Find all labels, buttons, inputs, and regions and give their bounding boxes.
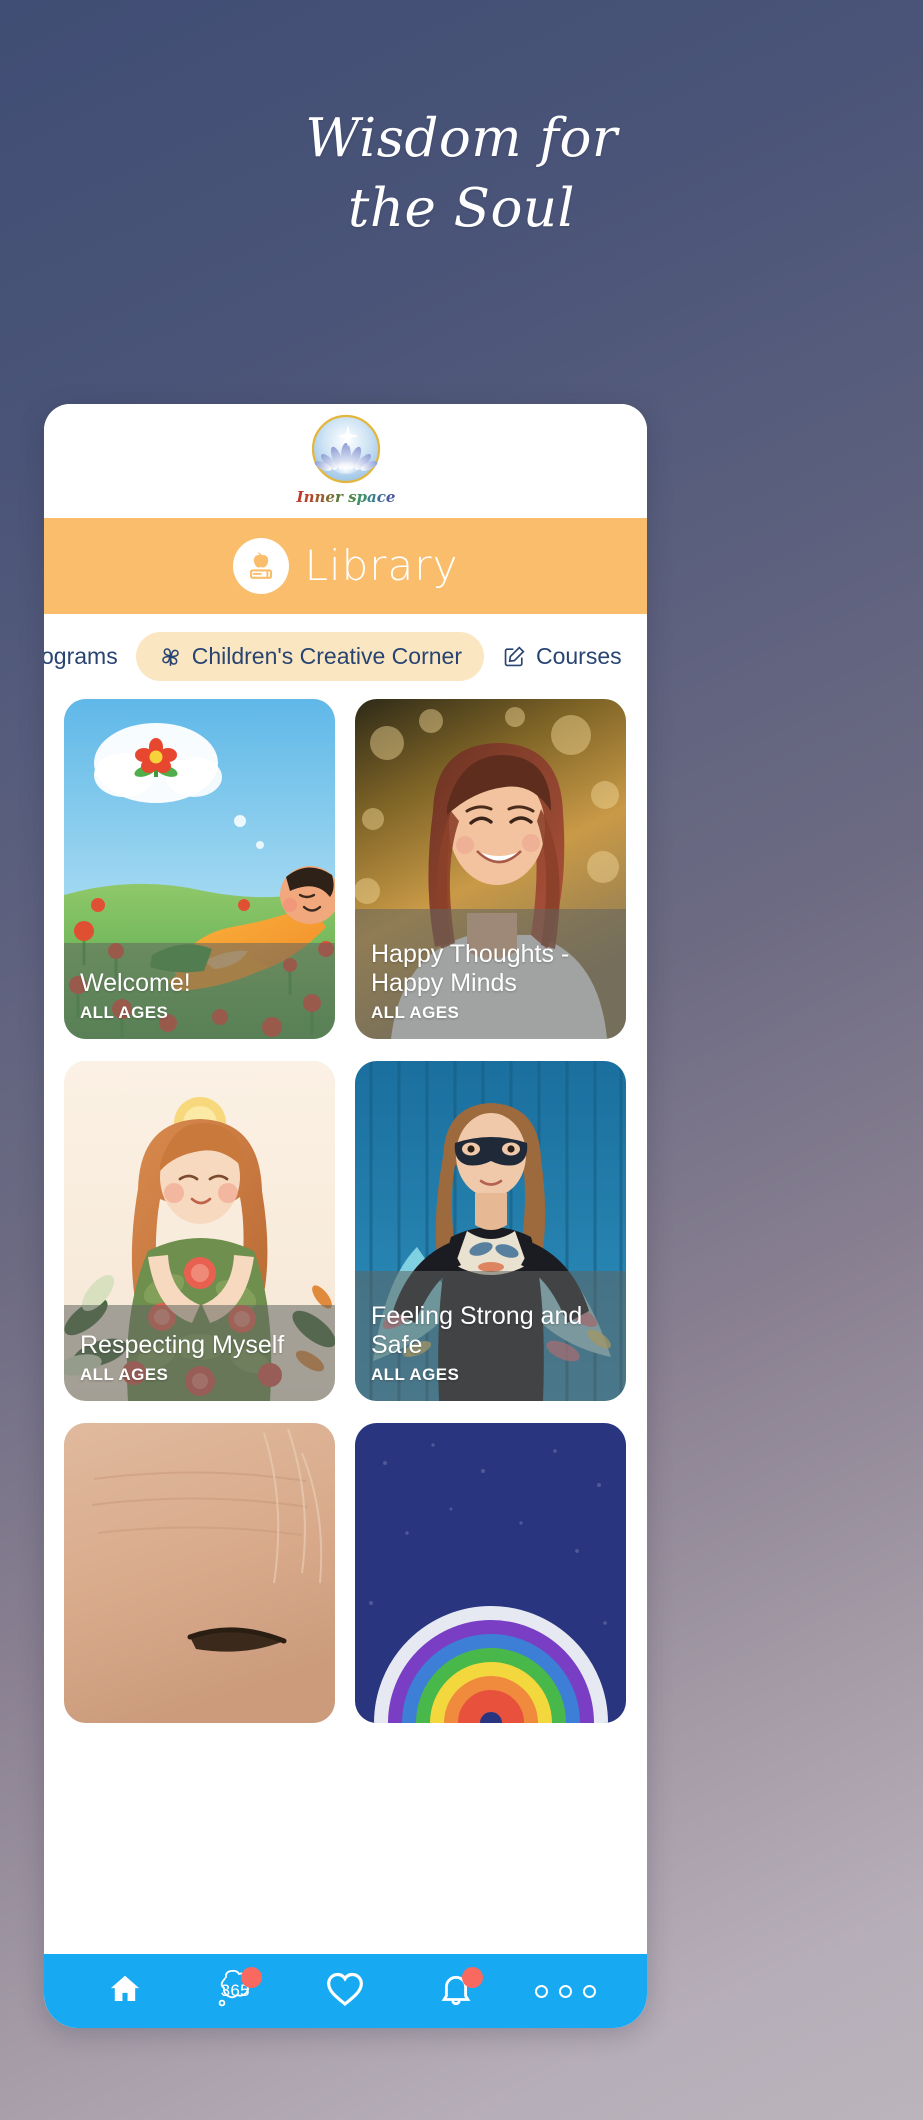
app-logo-bar: Inner space bbox=[44, 404, 647, 518]
card-artwork bbox=[355, 1423, 626, 1723]
hero-line-1: Wisdom for bbox=[305, 108, 618, 169]
heart-icon bbox=[325, 1970, 365, 2013]
hero-line-2: the Soul bbox=[348, 177, 575, 239]
library-header: Library bbox=[44, 518, 647, 614]
apple-book-icon bbox=[232, 538, 289, 594]
tab-programs[interactable]: Programs bbox=[44, 632, 122, 681]
pinwheel-icon bbox=[158, 644, 183, 669]
card-caption: Respecting Myself ALL AGES bbox=[64, 1305, 335, 1401]
tab-courses[interactable]: Courses bbox=[498, 632, 626, 681]
library-title: Library bbox=[304, 541, 459, 590]
card-title: Welcome! bbox=[80, 969, 191, 997]
library-card[interactable]: Feeling Strong and Safe ALL AGES bbox=[355, 1061, 626, 1401]
tab-childrens-creative-corner[interactable]: Children's Creative Corner bbox=[135, 632, 484, 681]
card-meta: ALL AGES bbox=[371, 1003, 460, 1022]
tab-courses-label: Courses bbox=[535, 643, 622, 669]
library-card[interactable]: Respecting Myself ALL AGES bbox=[64, 1061, 335, 1401]
library-card[interactable] bbox=[355, 1423, 626, 1723]
card-title: Happy Thoughts - Happy Minds bbox=[371, 940, 570, 997]
nav-365-label: 365 bbox=[220, 1981, 250, 2000]
nav-notifications[interactable] bbox=[421, 1961, 491, 2021]
card-meta: ALL AGES bbox=[371, 1365, 460, 1384]
bottom-navigation: 365 bbox=[44, 1954, 647, 2028]
library-card[interactable] bbox=[64, 1423, 335, 1723]
tab-programs-label: Programs bbox=[44, 643, 118, 669]
nav-favorites[interactable] bbox=[310, 1961, 380, 2021]
pencil-square-icon bbox=[502, 644, 527, 669]
card-meta: ALL AGES bbox=[80, 1003, 169, 1022]
card-artwork bbox=[64, 1423, 335, 1723]
card-meta: ALL AGES bbox=[80, 1365, 169, 1384]
nav-home[interactable] bbox=[90, 1961, 160, 2021]
library-card[interactable]: Welcome! ALL AGES bbox=[64, 699, 335, 1039]
library-card[interactable]: Happy Thoughts - Happy Minds ALL AGES bbox=[355, 699, 626, 1039]
inner-space-logo[interactable]: Inner space bbox=[293, 412, 399, 510]
card-caption: Happy Thoughts - Happy Minds ALL AGES bbox=[355, 909, 626, 1039]
card-caption: Welcome! ALL AGES bbox=[64, 943, 335, 1039]
nav-365[interactable]: 365 bbox=[200, 1961, 270, 2021]
home-icon bbox=[107, 1971, 143, 2012]
three-circles-icon bbox=[535, 1984, 597, 1998]
library-card-grid: Welcome! ALL AGES Happy Thoughts - Happy… bbox=[44, 699, 647, 2028]
svg-text:Inner space: Inner space bbox=[295, 488, 395, 506]
card-title: Feeling Strong and Safe bbox=[371, 1302, 583, 1359]
card-title: Respecting Myself bbox=[80, 1331, 285, 1359]
nav-notifications-badge bbox=[461, 1967, 483, 1988]
tab-childrens-creative-corner-label: Children's Creative Corner bbox=[191, 643, 462, 669]
nav-more[interactable] bbox=[531, 1961, 601, 2021]
app-screen: Inner space Library Programs bbox=[44, 404, 647, 2028]
card-caption: Feeling Strong and Safe ALL AGES bbox=[355, 1271, 626, 1401]
hero-headline: Wisdom for the Soul bbox=[0, 104, 923, 244]
library-tab-bar: Programs Children's Creative Corner bbox=[44, 614, 647, 699]
